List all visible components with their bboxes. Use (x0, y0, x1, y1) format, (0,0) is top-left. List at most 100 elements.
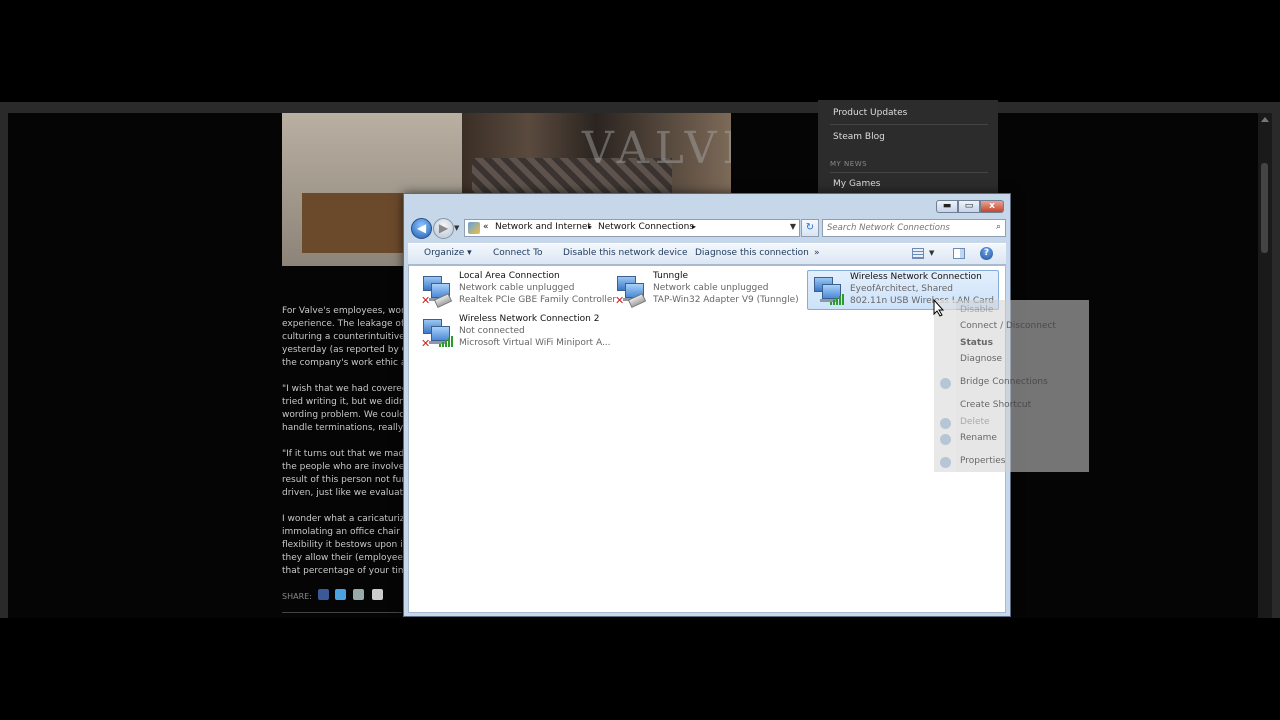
connection-name: Tunngle (653, 271, 688, 281)
navigation-bar: ◀ ▶ ▼ « Network and Internet ▸ Network C… (410, 218, 1006, 240)
search-input[interactable] (827, 221, 987, 235)
back-button[interactable]: ◀ (411, 218, 432, 239)
article-line: tried writing it, but we didn't fe (282, 397, 405, 407)
preview-pane-icon[interactable] (953, 248, 965, 259)
context-menu: Disable Connect / Disconnect Status Diagnos… (934, 300, 1089, 472)
breadcrumb-separator-icon[interactable]: ▸ (692, 222, 696, 231)
connect-to-button[interactable]: Connect To (493, 248, 543, 258)
connections-list: ✕ Local Area Connection Network cable unpl… (408, 265, 1006, 613)
context-menu-item[interactable]: Create Shortcut (960, 400, 1031, 410)
breadcrumb-overflow[interactable]: « (483, 222, 489, 232)
article-line: I wonder what a caricaturized (282, 514, 405, 524)
article-line: yesterday (as reported by Gee (282, 345, 405, 355)
facebook-icon[interactable] (318, 589, 329, 600)
article-line: culturing a counterintuitive en (282, 332, 405, 342)
wired-network-icon: ✕ (421, 274, 453, 308)
connection-status: EyeofArchitect, Shared (850, 284, 953, 294)
wired-network-icon: ✕ (615, 274, 647, 308)
signal-bars-icon (439, 335, 453, 347)
command-bar: Organize ▾ Connect To Disable this netwo… (408, 243, 1006, 265)
sidebar-item-steam-blog[interactable]: Steam Blog (833, 132, 885, 142)
article-line: that percentage of your time is (282, 566, 405, 576)
menu-item-icon (940, 457, 951, 468)
article-line: the people who are involved i (282, 462, 405, 472)
share-label: SHARE: (282, 592, 312, 601)
context-menu-item: Disable (960, 305, 994, 315)
article-line: the company's work ethic also (282, 358, 405, 368)
caption-buttons: ▬ ▭ x (936, 200, 1004, 215)
context-menu-item[interactable]: Bridge Connections (960, 377, 1048, 387)
search-icon[interactable]: ⌕ (996, 222, 1001, 232)
article-line: flexibility it bestows upon its v (282, 540, 405, 550)
connection-name: Local Area Connection (459, 271, 560, 281)
page-scrollbar[interactable] (1258, 113, 1272, 618)
context-menu-item[interactable]: Properties (960, 456, 1005, 466)
signal-bars-icon (830, 293, 844, 305)
organize-button[interactable]: Organize ▾ (424, 248, 472, 258)
twitter-icon[interactable] (335, 589, 346, 600)
view-dropdown-icon[interactable]: ▼ (929, 249, 934, 257)
context-menu-item[interactable]: Connect / Disconnect (960, 321, 1056, 331)
connection-status: Network cable unplugged (459, 283, 575, 293)
sidebar-item-product-updates[interactable]: Product Updates (833, 108, 907, 118)
change-view-icon[interactable] (912, 248, 924, 259)
menu-item-icon (940, 378, 951, 389)
maximize-button[interactable]: ▭ (958, 200, 980, 213)
article-line: driven, just like we evaluate e (282, 488, 405, 498)
help-icon[interactable]: ? (980, 247, 993, 260)
menu-item-icon (940, 434, 951, 445)
breadcrumb-network-connections[interactable]: Network Connections (598, 222, 694, 232)
connection-status: Network cable unplugged (653, 283, 769, 293)
article-line: "I wish that we had covered fir (282, 384, 405, 394)
address-bar[interactable]: « Network and Internet ▸ Network Connect… (464, 219, 800, 237)
article-line: wording problem. We couldn' (282, 410, 405, 420)
context-menu-item[interactable]: Rename (960, 433, 997, 443)
scrollbar-thumb[interactable] (1261, 163, 1268, 253)
connection-name: Wireless Network Connection (850, 272, 982, 282)
sidebar-item-my-games[interactable]: My Games (833, 179, 880, 189)
valve-logo: VALVE (582, 123, 731, 174)
disable-device-button[interactable]: Disable this network device (563, 248, 688, 258)
context-menu-item: Delete (960, 417, 990, 427)
refresh-button[interactable]: ↻ (801, 219, 819, 237)
minimize-button[interactable]: ▬ (936, 200, 958, 213)
wireless-network-icon: ✕ (421, 317, 453, 350)
close-button[interactable]: x (980, 200, 1004, 213)
breadcrumb-network-and-internet[interactable]: Network and Internet (495, 222, 591, 232)
connection-device: Microsoft Virtual WiFi Miniport A... (459, 338, 611, 348)
forward-button[interactable]: ▶ (433, 218, 454, 239)
menu-item-icon (940, 418, 951, 429)
connection-status: Not connected (459, 326, 525, 336)
article-line: "If it turns out that we made a (282, 449, 405, 459)
search-box[interactable]: ⌕ (822, 219, 1006, 237)
divider (282, 612, 402, 613)
connection-name: Wireless Network Connection 2 (459, 314, 600, 324)
recent-pages-chevron-icon[interactable]: ▼ (454, 224, 459, 232)
connection-device: TAP-Win32 Adapter V9 (Tunngle) (653, 295, 799, 305)
share-more-icon[interactable] (372, 589, 383, 600)
connection-item[interactable]: ✕ Wireless Network Connection 2 Not connec… (417, 313, 611, 353)
breadcrumb-separator-icon[interactable]: ▸ (588, 222, 592, 231)
disconnected-x-icon: ✕ (615, 294, 625, 307)
wireless-network-icon (812, 275, 844, 307)
network-connections-window: ▬ ▭ x ◀ ▶ ▼ « Network and Internet ▸ Net… (403, 193, 1011, 617)
disconnected-x-icon: ✕ (421, 294, 431, 307)
article-line: For Valve's employees, worki (282, 306, 405, 316)
article-line: handle terminations, really, is (282, 423, 405, 433)
article-line: result of this person not functi (282, 475, 405, 485)
more-commands-button[interactable]: » (814, 248, 820, 258)
control-panel-icon (468, 222, 480, 234)
article-line: immolating an office chair or (282, 527, 405, 537)
connection-item[interactable]: ✕ Local Area Connection Network cable unpl… (417, 270, 616, 310)
sidebar-heading-my-news: MY NEWS (830, 160, 868, 168)
scroll-up-arrow-icon[interactable] (1261, 117, 1269, 122)
disconnected-x-icon: ✕ (421, 337, 431, 350)
news-sidebar: Product Updates Steam Blog MY NEWS My Ga… (818, 100, 998, 203)
context-menu-item[interactable]: Diagnose (960, 354, 1002, 364)
address-dropdown-icon[interactable]: ▼ (790, 222, 796, 231)
context-menu-item[interactable]: Status (960, 338, 993, 348)
connection-item[interactable]: ✕ Tunngle Network cable unplugged TAP-Win32… (611, 270, 803, 310)
email-icon[interactable] (353, 589, 364, 600)
article-line: they allow their (employees) t (282, 553, 405, 563)
diagnose-button[interactable]: Diagnose this connection (695, 248, 809, 258)
